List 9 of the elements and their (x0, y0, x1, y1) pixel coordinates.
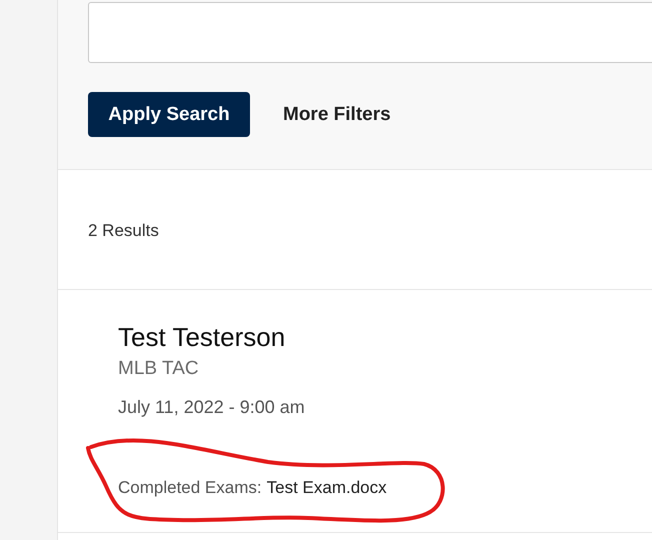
results-count: 2 Results (88, 220, 159, 240)
search-field[interactable] (88, 2, 652, 63)
appointment-date: July 11, 2022 - 9:00 am (118, 396, 306, 419)
completed-exams-label: Completed Exams: (118, 478, 262, 497)
exam-file-link[interactable]: Test Exam.docx (266, 478, 387, 497)
organization-label: MLB TAC (118, 357, 200, 381)
apply-search-button[interactable]: Apply Search (88, 92, 250, 137)
more-filters-link[interactable]: More Filters (283, 104, 391, 126)
person-name: Test Testerson (118, 321, 286, 353)
